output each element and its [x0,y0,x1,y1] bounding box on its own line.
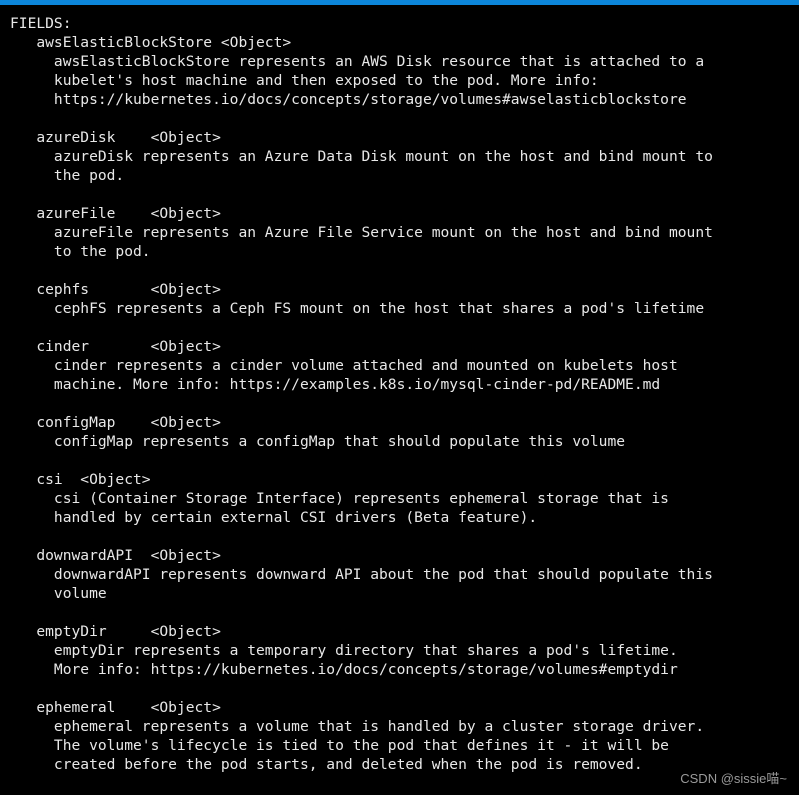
terminal-window: FIELDS: awsElasticBlockStore <Object> aw… [0,0,799,795]
terminal-content-area[interactable]: FIELDS: awsElasticBlockStore <Object> aw… [0,5,799,795]
kubectl-explain-output: FIELDS: awsElasticBlockStore <Object> aw… [10,15,713,773]
csdn-watermark: CSDN @sissie喵~ [680,771,787,786]
